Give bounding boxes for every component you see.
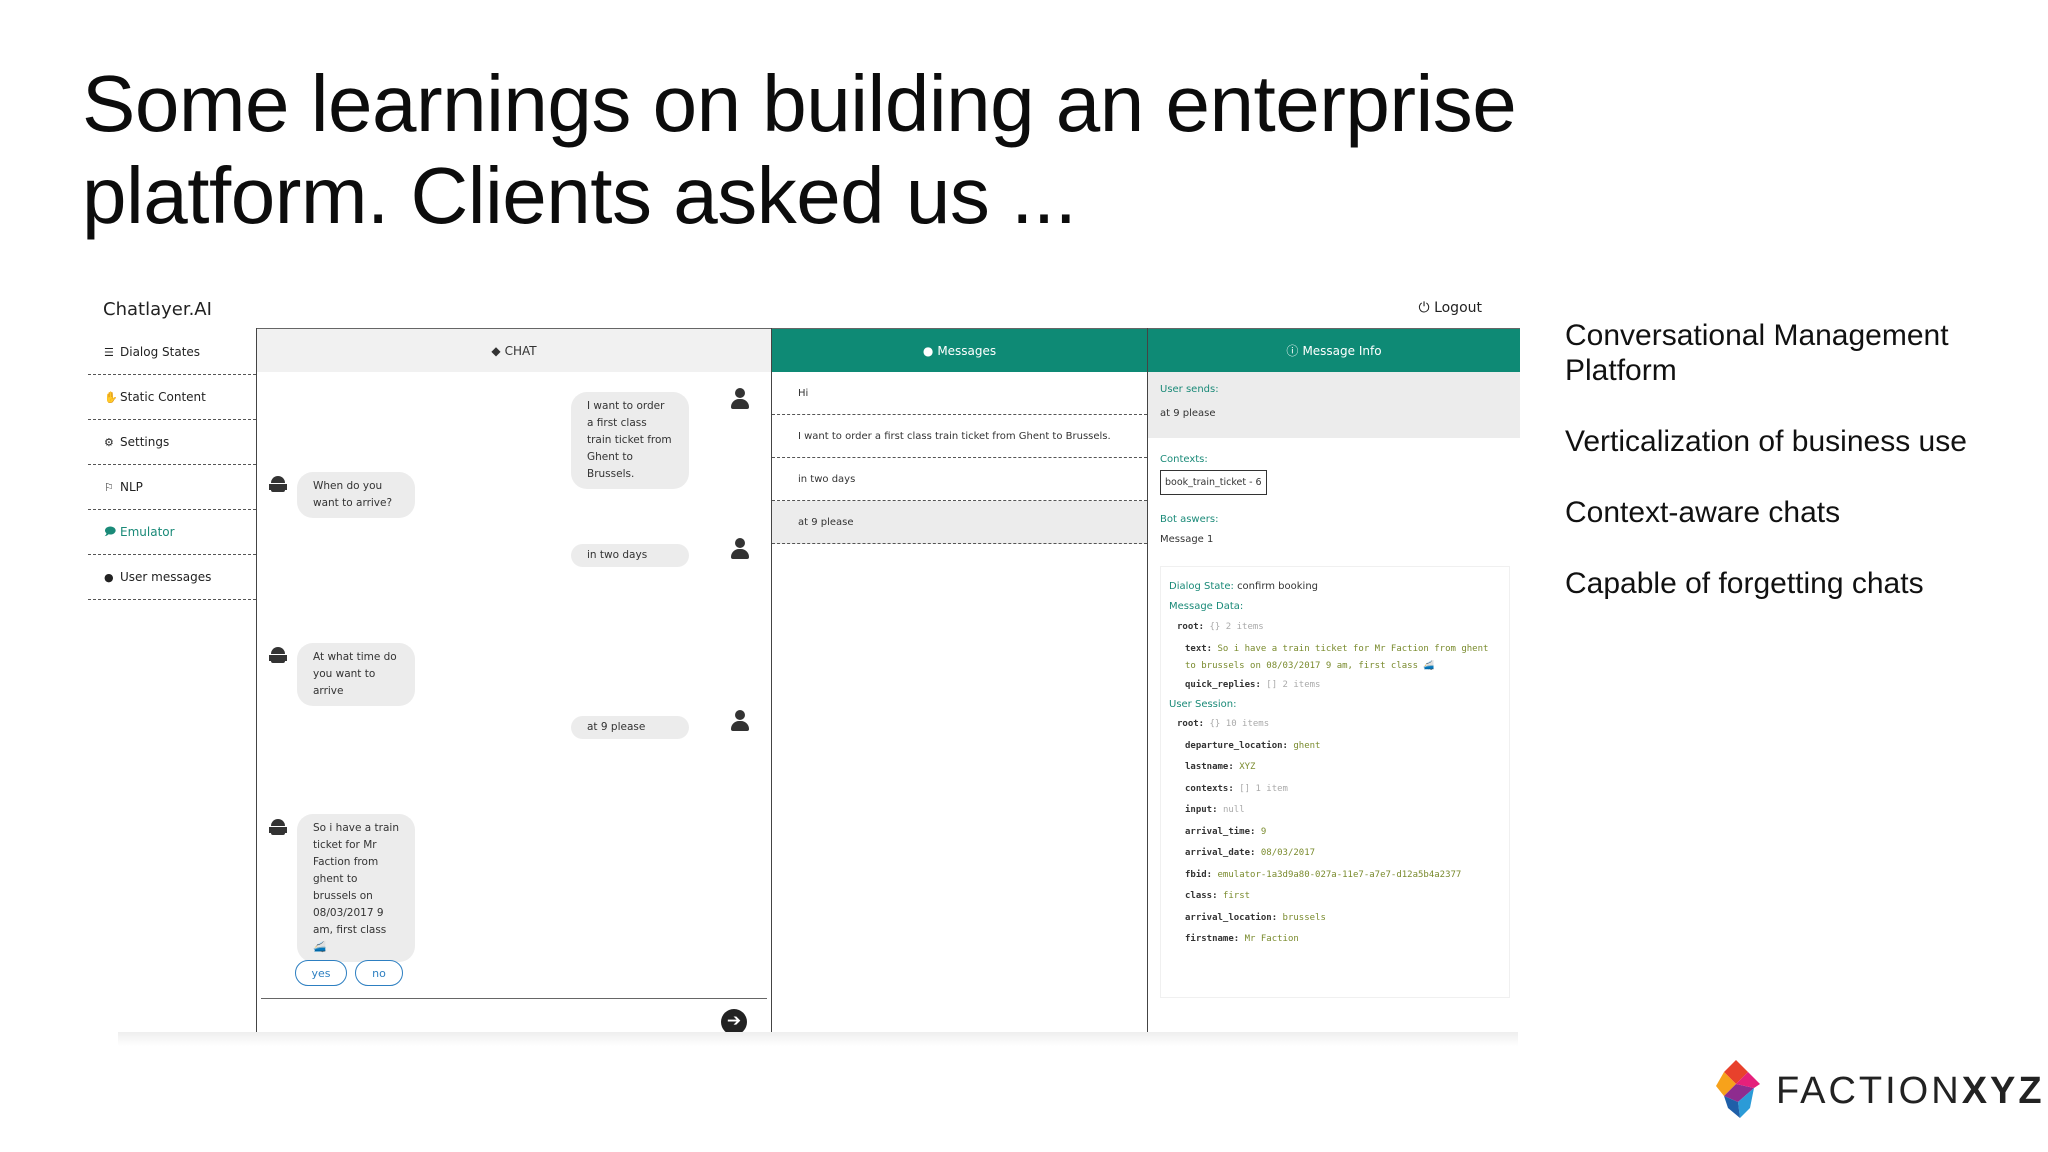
context-tag: book_train_ticket - 6 (1160, 470, 1267, 495)
session-row: arrival_time: 9 (1185, 826, 1267, 837)
android-icon (269, 473, 287, 493)
message-data-label: Message Data: (1169, 601, 1244, 612)
message-info-header: ⓘ Message Info (1148, 328, 1520, 372)
user-message: I want to order a first class train tick… (571, 392, 689, 489)
factionxyz-logo: FACTIONXYZ (1714, 1058, 2042, 1124)
message-list-item[interactable]: in two days (772, 458, 1147, 501)
chat-panel: ◆ CHAT I want to order a first class trai… (256, 328, 772, 1042)
bullet-item: Conversational Management Platform (1565, 319, 1949, 387)
dialog-state-line: Dialog State: confirm booking (1169, 581, 1319, 592)
user-icon (730, 388, 750, 410)
sidebar-item-nlp[interactable]: ⚐ NLP (88, 465, 256, 510)
message-info-panel: ⓘ Message Info User sends: at 9 please Co… (1148, 328, 1520, 1042)
bullet-item: Capable of forgetting chats (1565, 567, 1924, 600)
language-icon: ⚐ (104, 480, 114, 494)
bullet-list: Conversational Management Platform Verti… (1565, 318, 2035, 637)
comment-icon: 🗩 (104, 524, 117, 538)
session-row: fbid: emulator-1a3d9a80-027a-11e7-a7e7-d… (1185, 869, 1462, 880)
message-list-item[interactable]: I want to order a first class train tick… (772, 415, 1147, 458)
md-quick-replies: quick_replies: [] 2 items (1185, 679, 1321, 690)
android-icon (269, 816, 287, 836)
user-session-label: User Session: (1169, 699, 1237, 710)
user-icon (730, 710, 750, 732)
gears-icon: ⚙ (104, 435, 114, 449)
md-text: text: So i have a train ticket for Mr Fa… (1185, 643, 1489, 671)
quick-reply-yes[interactable]: yes (295, 960, 347, 986)
sitemap-icon: ☰ (104, 345, 114, 359)
bot-answers-label: Bot aswers: (1160, 514, 1219, 525)
comments-icon: ● (922, 343, 934, 358)
message-list-item[interactable]: Hi (772, 372, 1147, 415)
bot-message: So i have a train ticket for Mr Faction … (297, 814, 415, 962)
info-icon: ⓘ (1286, 344, 1299, 358)
slide-title: Some learnings on building an enterprise… (82, 59, 1517, 240)
session-row: arrival_date: 08/03/2017 (1185, 848, 1316, 858)
user-session-list: departure_location: ghent lastname: XYZ co… (1169, 736, 1501, 951)
sidebar-item-settings[interactable]: ⚙ Settings (88, 420, 256, 465)
sidebar-item-static-content[interactable]: ✋ Static Content (88, 375, 256, 420)
md-root: root: {} 2 items (1177, 622, 1264, 632)
session-row: arrival_location: brussels (1185, 912, 1326, 923)
sidebar: ☰ Dialog States ✋ Static Content ⚙ Settings… (88, 330, 256, 600)
session-row: contexts: [] 1 item (1185, 783, 1288, 794)
sidebar-item-user-messages[interactable]: ● User messages (88, 555, 256, 600)
faction-logo-icon (1716, 1060, 1760, 1118)
bullet-item: Context-aware chats (1565, 496, 1841, 529)
chat-header: ◆ CHAT (257, 328, 771, 372)
bullet-item: Verticalization of business use (1565, 425, 1967, 458)
quick-reply-no[interactable]: no (355, 960, 403, 986)
power-icon: ⏻ (1418, 300, 1430, 316)
user-sends-label: User sends: (1160, 384, 1219, 395)
android-icon: ◆ (491, 343, 501, 358)
session-row: lastname: XYZ (1185, 762, 1256, 772)
bot-message: At what time do you want to arrive (297, 643, 415, 706)
user-sends-box: User sends: at 9 please (1148, 372, 1520, 438)
user-icon (730, 538, 750, 560)
session-row: class: first (1185, 891, 1251, 901)
messages-header: ● Messages (772, 328, 1147, 372)
user-sends-value: at 9 please (1160, 408, 1216, 419)
sidebar-item-dialog-states[interactable]: ☰ Dialog States (88, 330, 256, 375)
messages-panel: ● Messages Hi I want to order a first cla… (772, 328, 1148, 1042)
bot-message: When do you want to arrive? (297, 472, 415, 518)
session-row: departure_location: ghent (1185, 740, 1321, 751)
us-root: root: {} 10 items (1177, 719, 1270, 729)
message-list-item-selected[interactable]: at 9 please (772, 501, 1147, 544)
chatlayer-app: Chatlayer.AI ⏻ Logout ☰ Dialog States ✋ St… (88, 290, 1520, 1046)
session-row: input: null (1185, 805, 1245, 815)
sidebar-item-emulator[interactable]: 🗩 Emulator (88, 510, 256, 555)
app-brand: Chatlayer.AI (103, 299, 212, 320)
bot-answer-value: Message 1 (1160, 534, 1214, 545)
logout-button[interactable]: ⏻ Logout (1419, 300, 1482, 316)
app-shadow (118, 1032, 1518, 1046)
contexts-label: Contexts: (1160, 454, 1208, 465)
android-icon (269, 644, 287, 664)
session-row: firstname: Mr Faction (1185, 934, 1299, 944)
user-message: at 9 please (571, 716, 689, 739)
logo-text: FACTIONXYZ (1776, 1070, 2045, 1112)
message-data-tree: Dialog State: confirm booking Message Da… (1160, 566, 1510, 998)
user-message: in two days (571, 544, 689, 567)
comments-icon: ● (104, 570, 114, 584)
hand-icon: ✋ (104, 390, 118, 404)
